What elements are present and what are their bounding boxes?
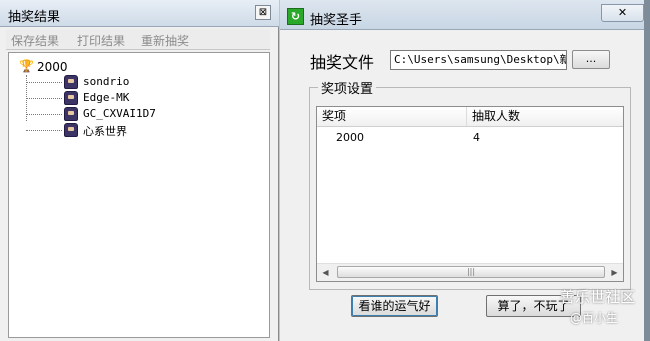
tree-connector bbox=[26, 98, 62, 99]
save-results-button[interactable]: 保存结果 bbox=[11, 32, 59, 49]
close-icon[interactable]: ⊠ bbox=[255, 5, 271, 20]
tree-node-winner[interactable]: Edge-MK bbox=[26, 90, 246, 106]
tree-node-winner[interactable]: GC_CXVAI1D7 bbox=[26, 106, 246, 122]
tree-connector bbox=[26, 82, 62, 83]
print-results-button[interactable]: 打印结果 bbox=[77, 32, 125, 49]
results-tree[interactable]: 🏆 2000 sondrio Edge-MK GC_CXVAI1D7 心系世界 bbox=[8, 52, 270, 338]
user-icon bbox=[64, 91, 78, 105]
tree-node-winner[interactable]: sondrio bbox=[26, 74, 246, 90]
column-header-count[interactable]: 抽取人数 bbox=[467, 107, 623, 126]
trophy-icon: 🏆 bbox=[19, 59, 34, 73]
draw-luck-button[interactable]: 看谁的运气好 bbox=[351, 295, 438, 317]
lottery-title-bar[interactable]: ↻ 抽奖圣手 ✕ bbox=[280, 0, 650, 30]
background-window-edge bbox=[644, 0, 650, 341]
prize-cell: 2000 bbox=[336, 131, 364, 144]
user-icon bbox=[64, 107, 78, 121]
winner-name: sondrio bbox=[83, 75, 130, 88]
scroll-right-icon[interactable]: ▶ bbox=[606, 264, 623, 281]
prize-list-header: 奖项 抽取人数 bbox=[317, 107, 623, 127]
tree-connector bbox=[26, 114, 62, 115]
count-cell: 4 bbox=[473, 131, 480, 144]
lottery-window-title: 抽奖圣手 bbox=[310, 13, 363, 28]
watermark-text: 善乐世社区 bbox=[560, 288, 636, 306]
table-row[interactable]: 2000 4 bbox=[317, 129, 623, 147]
redraw-button[interactable]: 重新抽奖 bbox=[141, 32, 189, 49]
results-toolbar: 保存结果 打印结果 重新抽奖 bbox=[6, 29, 270, 50]
app-icon: ↻ bbox=[287, 8, 304, 25]
scroll-left-icon[interactable]: ◀ bbox=[317, 264, 334, 281]
winner-name: GC_CXVAI1D7 bbox=[83, 107, 156, 120]
user-icon bbox=[64, 123, 78, 137]
watermark-subtext: @百小生 bbox=[570, 311, 619, 325]
user-icon bbox=[64, 75, 78, 89]
prize-settings-title: 奖项设置 bbox=[318, 78, 377, 97]
file-path-field[interactable]: C:\Users\samsung\Desktop\新建 bbox=[390, 50, 567, 70]
winner-name: Edge-MK bbox=[83, 91, 130, 104]
winner-name: 心系世界 bbox=[83, 125, 127, 138]
scrollbar-thumb[interactable]: ||| bbox=[337, 266, 605, 278]
results-title-bar[interactable]: 抽奖结果 ⊠ bbox=[0, 0, 279, 27]
tree-root-label: 2000 bbox=[37, 60, 68, 74]
close-icon[interactable]: ✕ bbox=[601, 4, 644, 22]
tree-connector bbox=[26, 130, 62, 131]
results-window: 抽奖结果 ⊠ 保存结果 打印结果 重新抽奖 🏆 2000 sondrio Edg… bbox=[0, 0, 279, 341]
tree-node-winner[interactable]: 心系世界 bbox=[26, 122, 246, 138]
horizontal-scrollbar[interactable]: ◀ ||| ▶ bbox=[317, 263, 623, 281]
file-label: 抽奖文件 bbox=[310, 53, 375, 72]
column-header-prize[interactable]: 奖项 bbox=[317, 107, 467, 126]
prize-list[interactable]: 奖项 抽取人数 2000 4 ◀ ||| ▶ bbox=[316, 106, 624, 282]
results-window-title: 抽奖结果 bbox=[8, 10, 61, 25]
prize-settings-group: 奖项设置 奖项 抽取人数 2000 4 ◀ ||| ▶ bbox=[309, 78, 631, 290]
browse-button[interactable]: ... bbox=[572, 50, 610, 69]
